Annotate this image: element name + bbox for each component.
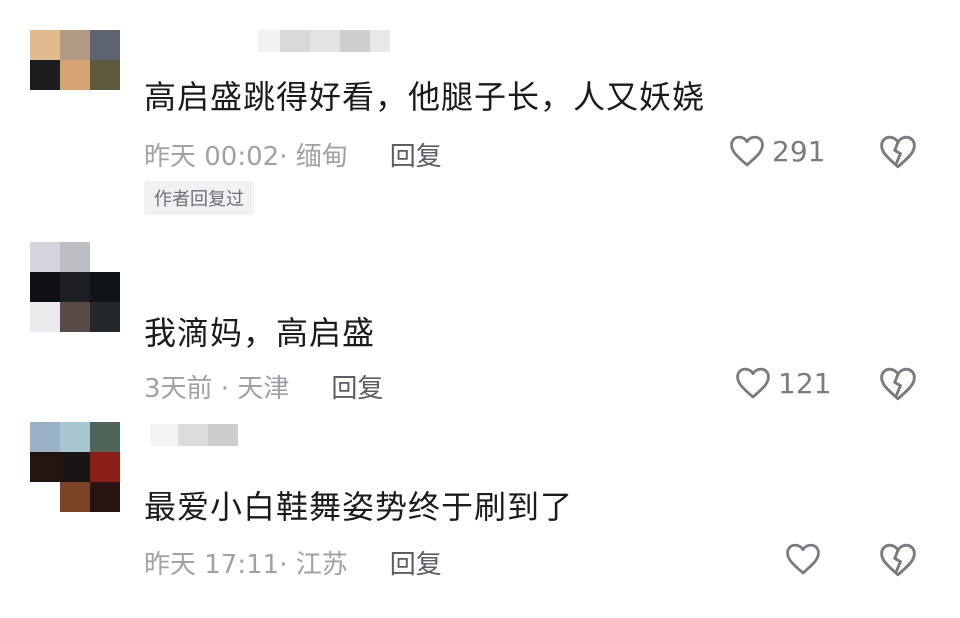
heart-outline-icon [736,367,770,399]
reply-button[interactable]: 回复 [390,544,442,581]
avatar-pixel [90,242,120,272]
comment-text: 高启盛跳得好看，他腿子长，人又妖娆 [144,78,706,116]
avatar-pixel [60,452,90,482]
like-button[interactable] [784,542,828,576]
broken-heart-icon[interactable] [878,542,918,578]
like-count: 291 [772,134,826,168]
comment-time-location: 昨天 00:02· 缅甸 [144,142,348,172]
avatar-pixel [60,422,90,452]
avatar-pixel [90,422,120,452]
avatar-pixel [90,452,120,482]
avatar-pixel [60,60,90,90]
avatar-pixel [90,90,120,120]
avatar-pixel [90,482,120,512]
avatar-pixel [60,30,90,60]
comment-meta: 昨天 17:11· 江苏 回复 [144,544,442,581]
avatar-pixel [90,302,120,332]
avatar-pixel [30,272,60,302]
avatar-pixel [30,242,60,272]
avatar-pixel [90,60,120,90]
comment-meta: 3天前 · 天津 回复 [144,368,383,405]
heart-outline-icon [730,135,764,167]
username[interactable] [258,30,390,52]
avatar-pixel [30,482,60,512]
heart-outline-icon [786,543,820,575]
avatar-pixel [30,90,60,120]
avatar-pixel [30,452,60,482]
reply-button[interactable]: 回复 [390,136,442,173]
avatar-pixel [90,272,120,302]
broken-heart-icon[interactable] [878,366,918,402]
comment-time-location: 3天前 · 天津 [144,374,290,404]
comment-meta: 昨天 00:02· 缅甸 回复 [144,136,442,173]
broken-heart-icon[interactable] [878,134,918,170]
comment-text: 最爱小白鞋舞姿势终于刷到了 [144,488,574,526]
avatar-pixel [60,242,90,272]
avatar-pixel [30,422,60,452]
like-button[interactable]: 291 [728,134,825,168]
comment-text: 我滴妈，高启盛 [144,314,376,352]
avatar-pixel [90,30,120,60]
comment-time-location: 昨天 17:11· 江苏 [144,550,348,580]
avatar-pixel [30,302,60,332]
avatar-pixel [60,302,90,332]
avatar-pixel [30,60,60,90]
avatar[interactable] [30,242,120,332]
author-replied-badge: 作者回复过 [144,181,254,215]
like-count: 121 [778,366,832,400]
avatar-pixel [30,30,60,60]
avatar[interactable] [30,422,120,512]
avatar-pixel [60,90,90,120]
like-button[interactable]: 121 [734,366,831,400]
avatar[interactable] [30,30,120,120]
username[interactable] [150,424,238,446]
reply-button[interactable]: 回复 [331,368,383,405]
avatar-pixel [60,482,90,512]
avatar-pixel [60,272,90,302]
